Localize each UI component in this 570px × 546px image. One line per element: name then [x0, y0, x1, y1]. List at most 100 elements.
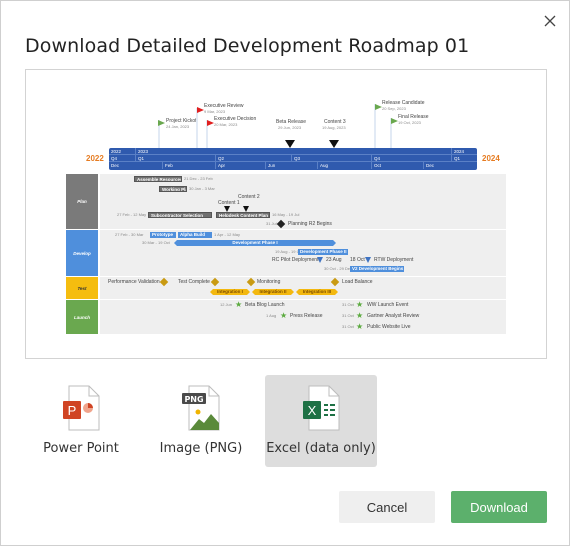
- download-button[interactable]: Download: [451, 491, 547, 523]
- scale-quarter: Q4: [371, 155, 380, 162]
- task-bar: Assemble Resources: [134, 176, 182, 182]
- flagpole: [196, 108, 198, 148]
- task-dates: 16 May - 19 Jul: [272, 212, 300, 217]
- milestone-date: 20 Mar, 2023: [214, 122, 238, 127]
- download-dialog: Download Detailed Development Roadmap 01…: [0, 0, 570, 546]
- lane-label: Plan: [66, 174, 98, 229]
- lane-body: 27 Feb - 30 Mar Prototype Alpha Build 1 …: [100, 230, 506, 276]
- scale-month: Apr: [215, 162, 225, 169]
- format-label: Image (PNG): [159, 441, 243, 456]
- cancel-button[interactable]: Cancel: [339, 491, 435, 523]
- task-bar: Development Phase I: [174, 240, 336, 246]
- roadmap-preview: Project Kickoff 24 Jan, 2023 Executive R…: [25, 69, 547, 359]
- lane-test: Test Performance Validation Test Complet…: [66, 277, 506, 299]
- task-dates: 30 Oct - 29 Dec: [324, 266, 353, 271]
- star-icon: ★: [235, 300, 243, 309]
- lane-body: Assemble Resources 21 Dec - 23 Feb Worki…: [100, 174, 506, 229]
- milestone-label: Planning R2 Begins: [288, 221, 332, 227]
- svg-text:P: P: [68, 403, 77, 418]
- scale-year: 2022: [111, 149, 122, 154]
- milestone-date: 31 Oct: [342, 313, 354, 318]
- task-dates: 27 Feb - 12 May: [117, 212, 147, 217]
- content-3-marker-icon: [329, 140, 339, 148]
- format-label: Excel (data only): [266, 441, 376, 456]
- star-icon: ★: [280, 311, 288, 320]
- svg-text:X: X: [308, 403, 317, 418]
- milestone-label: RC Pilot Deployment: [272, 257, 319, 263]
- svg-text:PNG: PNG: [184, 395, 203, 404]
- green-flag-icon: [158, 120, 165, 126]
- lane-plan: Plan Assemble Resources 21 Dec - 23 Feb …: [66, 174, 506, 229]
- milestone-label: Content 2: [238, 194, 260, 200]
- start-year: 2022: [86, 154, 104, 163]
- powerpoint-file-icon: P: [63, 385, 100, 431]
- lane-body: Performance Validation Test Complete Mon…: [100, 277, 506, 299]
- scale-year: 2023: [135, 148, 148, 155]
- format-option-png[interactable]: PNG Image (PNG): [145, 375, 257, 467]
- scale-quarter: Q2: [215, 155, 224, 162]
- lane-launch: Launch 12 Jun ★ Beta Blog Launch 1 Aug ★…: [66, 300, 506, 334]
- milestone-date: 19 Oct, 2023: [398, 120, 421, 125]
- scale-month: Dec: [423, 162, 434, 169]
- rc-pilot-marker-icon: [317, 257, 323, 263]
- milestone-date: 12 Jun: [220, 302, 233, 307]
- milestone-date: 23 Aug: [326, 257, 342, 263]
- milestone-label: Press Release: [290, 313, 323, 319]
- scale-month: Jun: [265, 162, 275, 169]
- timescale: 2022 2023 2024 Q4 Q1 Q2 Q3 Q4 Q1 Dec Feb…: [109, 148, 477, 170]
- rtw-marker-icon: [365, 257, 371, 263]
- milestone-label: WW Launch Event: [367, 302, 409, 308]
- star-icon: ★: [356, 322, 364, 331]
- png-file-icon: PNG: [182, 385, 220, 431]
- lane-develop: Develop 27 Feb - 30 Mar Prototype Alpha …: [66, 230, 506, 276]
- milestone-date: 9 Mar, 2023: [204, 109, 226, 114]
- dialog-title: Download Detailed Development Roadmap 01: [25, 35, 470, 57]
- roadmap: Project Kickoff 24 Jan, 2023 Executive R…: [66, 80, 506, 340]
- task-bar: Development Phase II: [298, 249, 348, 255]
- task-bar: Alpha Build: [178, 232, 212, 238]
- scale-month: Dec: [111, 163, 120, 168]
- red-flag-icon: [207, 120, 214, 126]
- task-bar: Helpdesk Content Plan: [216, 212, 270, 218]
- format-option-powerpoint[interactable]: P Power Point: [25, 375, 137, 467]
- milestone-label: Monitoring: [257, 279, 281, 285]
- lane-label: Launch: [66, 300, 98, 334]
- task-bar: Integration I: [210, 289, 250, 295]
- scale-month: Oct: [371, 162, 381, 169]
- diamond-icon: [159, 277, 169, 287]
- scale-year: 2024: [451, 148, 464, 155]
- close-button[interactable]: [539, 10, 561, 32]
- star-icon: ★: [356, 300, 364, 309]
- scale-month: Feb: [162, 162, 173, 169]
- milestone-date: 29 Jun, 2023: [278, 125, 302, 130]
- format-label: Power Point: [43, 441, 119, 456]
- task-dates: 21 Dec - 23 Feb: [184, 176, 213, 181]
- milestone-date: 31 Oct: [342, 324, 354, 329]
- close-icon: [544, 15, 556, 27]
- task-bar: Working Plan: [159, 186, 187, 192]
- milestone-date: 20 Sep, 2023: [382, 106, 406, 111]
- task-bar: V2 Development Begins: [350, 266, 404, 272]
- task-bar: Prototype: [150, 232, 176, 238]
- lane-label: Test: [66, 277, 98, 299]
- timescale-quarters: Q4 Q1 Q2 Q3 Q4 Q1: [109, 155, 477, 162]
- lane-label: Develop: [66, 230, 98, 276]
- milestone-label: Test Complete: [178, 279, 210, 285]
- milestone-label: Load Balance: [342, 279, 373, 285]
- scale-quarter: Q1: [135, 155, 144, 162]
- timescale-months: Dec Feb Apr Jun Aug Oct Dec: [109, 162, 477, 169]
- timescale-years: 2022 2023 2024: [109, 148, 477, 155]
- flagpole: [374, 104, 376, 148]
- milestone-label: Public Website Live: [367, 324, 411, 330]
- excel-file-icon: X: [303, 385, 340, 431]
- milestone-date: 24 Jan, 2023: [166, 124, 190, 129]
- task-dates: 1 Apr - 12 May: [214, 232, 241, 237]
- task-dates: 30 Mar - 19 Oct: [142, 240, 170, 245]
- task-bar: Subcontractor Selection: [148, 212, 212, 218]
- format-option-excel[interactable]: X Excel (data only): [265, 375, 377, 467]
- scale-quarter: Q3: [291, 155, 300, 162]
- diamond-icon: [210, 277, 220, 287]
- scale-month: Aug: [317, 162, 328, 169]
- task-bar: Integration III: [296, 289, 338, 295]
- milestone-date: 19 Aug, 2023: [322, 125, 346, 130]
